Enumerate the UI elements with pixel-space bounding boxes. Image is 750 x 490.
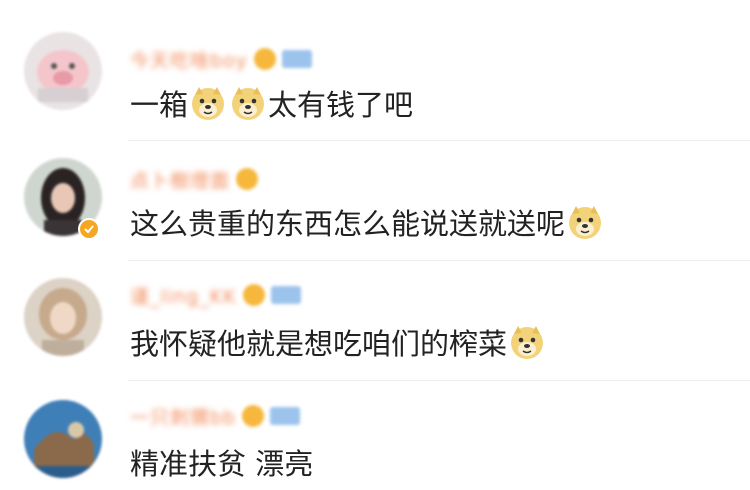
username[interactable]: 点卜樹燈面 bbox=[130, 166, 230, 193]
comment-text-part: 我怀疑他就是想吃咱们的榨菜 bbox=[130, 327, 508, 361]
comment-item: 谨_ling_KK 我怀疑他就是想吃咱们的榨菜 bbox=[0, 260, 750, 380]
comment-text-part: 一箱 bbox=[130, 88, 189, 122]
crown-badge-icon bbox=[253, 48, 276, 70]
comment-text-part: 太有钱了吧 bbox=[268, 88, 414, 122]
crown-badge-icon bbox=[242, 405, 265, 427]
comment-text-part: 精准扶贫 漂亮 bbox=[130, 447, 314, 481]
doge-icon bbox=[569, 206, 602, 239]
comment-text-part: 这么贵重的东西怎么能说送就送呢 bbox=[130, 207, 566, 241]
vip-badge-icon bbox=[270, 286, 301, 304]
username[interactable]: 一只刺猬bb bbox=[130, 403, 236, 430]
comment-item: 今天吃啥boy 一箱 太有钱了吧 bbox=[0, 0, 750, 130]
username-row: 今天吃啥boy bbox=[130, 46, 312, 72]
vip-badge-icon bbox=[281, 50, 312, 68]
username-row: 一只刺猬bb bbox=[130, 403, 301, 430]
comment-item: 一只刺猬bb 精准扶贫 漂亮 bbox=[0, 380, 750, 490]
comment-text: 我怀疑他就是想吃咱们的榨菜 bbox=[130, 322, 547, 362]
username[interactable]: 谨_ling_KK bbox=[130, 282, 237, 309]
avatar[interactable] bbox=[24, 278, 102, 356]
username[interactable]: 今天吃啥boy bbox=[130, 46, 248, 73]
comment-text: 一箱 太有钱了吧 bbox=[130, 83, 413, 123]
doge-icon bbox=[232, 87, 265, 120]
avatar[interactable] bbox=[24, 400, 102, 478]
comment-text: 精准扶贫 漂亮 bbox=[130, 442, 313, 482]
vip-badge-icon bbox=[270, 407, 301, 425]
crown-badge-icon bbox=[236, 168, 259, 190]
username-row: 点卜樹燈面 bbox=[130, 166, 259, 193]
avatar[interactable] bbox=[24, 32, 102, 110]
crown-badge-icon bbox=[242, 284, 265, 306]
verified-badge-icon bbox=[78, 218, 100, 240]
comment-text: 这么贵重的东西怎么能说送就送呢 bbox=[130, 202, 605, 242]
username-row: 谨_ling_KK bbox=[130, 282, 301, 308]
doge-icon bbox=[511, 326, 544, 359]
doge-icon bbox=[192, 87, 225, 120]
comment-item: 点卜樹燈面 这么贵重的东西怎么能说送就送呢 bbox=[0, 140, 750, 260]
